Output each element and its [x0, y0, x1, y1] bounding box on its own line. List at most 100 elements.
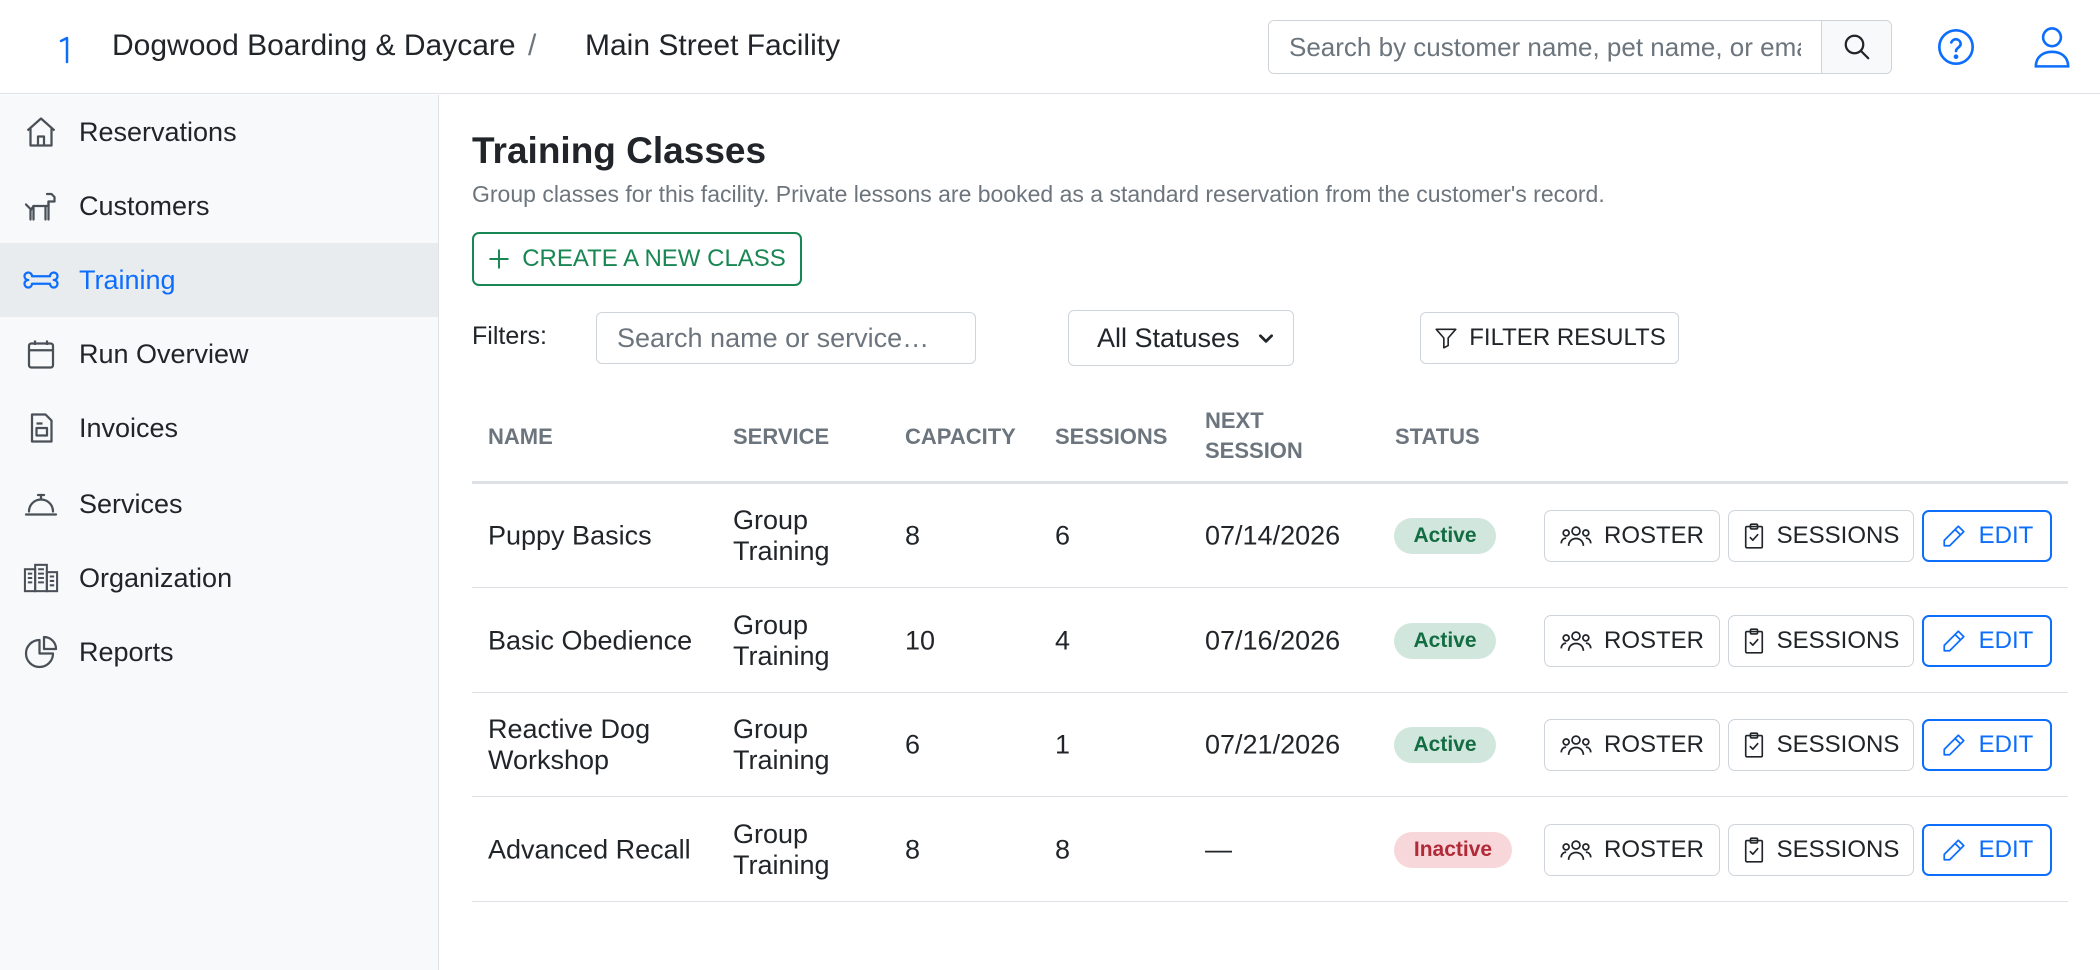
class-sessions: 8 — [1055, 834, 1071, 864]
clipboard-check-icon — [1744, 836, 1763, 863]
sessions-button[interactable]: SESSIONS — [1728, 718, 1914, 771]
roster-button[interactable]: ROSTER — [1544, 823, 1720, 876]
edit-label: EDIT — [1978, 835, 2034, 863]
column-header-next-session[interactable]: NEXT SESSION — [1205, 406, 1303, 466]
edit-button[interactable]: EDIT — [1922, 509, 2052, 562]
edit-button[interactable]: EDIT — [1922, 614, 2052, 667]
sidebar-item-label: Invoices — [79, 412, 179, 443]
people-icon — [1560, 839, 1592, 860]
filter-results-button[interactable]: FILTER RESULTS — [1420, 312, 1679, 364]
column-header-next-line2: SESSION — [1205, 438, 1303, 463]
column-header-capacity[interactable]: CAPACITY — [905, 422, 1016, 452]
roster-button[interactable]: ROSTER — [1544, 614, 1720, 667]
filter-results-label: FILTER RESULTS — [1469, 324, 1666, 351]
column-header-service[interactable]: SERVICE — [733, 422, 829, 452]
class-name[interactable]: Advanced Recall — [488, 834, 691, 865]
sidebar-item-invoices[interactable]: Invoices — [0, 391, 438, 465]
status-badge: Active — [1394, 622, 1496, 659]
breadcrumb-organization[interactable]: Dogwood Boarding & Daycare — [112, 29, 516, 63]
class-next-session: — — [1205, 834, 1232, 864]
sessions-button[interactable]: SESSIONS — [1728, 509, 1914, 562]
create-class-button[interactable]: CREATE A NEW CLASS — [472, 232, 802, 286]
breadcrumb-facility[interactable]: Main Street Facility — [585, 29, 840, 63]
bone-icon — [22, 261, 60, 299]
invoice-icon — [22, 409, 60, 447]
class-next-session: 07/16/2026 — [1205, 625, 1341, 655]
class-service: Group Training — [733, 818, 830, 880]
edit-button[interactable]: EDIT — [1922, 823, 2052, 876]
sessions-button[interactable]: SESSIONS — [1728, 614, 1914, 667]
table-row: Advanced Recall Group Training 8 8 — Inac… — [472, 798, 2068, 902]
sidebar-item-label: Reservations — [79, 116, 237, 147]
column-header-name[interactable]: NAME — [488, 422, 553, 452]
class-service: Group Training — [733, 609, 830, 671]
service-bell-icon — [22, 485, 60, 523]
class-capacity: 10 — [905, 625, 936, 655]
sessions-label: SESSIONS — [1776, 730, 1900, 758]
pencil-icon — [1943, 838, 1965, 861]
roster-label: ROSTER — [1603, 521, 1704, 549]
roster-label: ROSTER — [1603, 835, 1704, 863]
house-icon — [22, 113, 60, 151]
pie-chart-icon — [22, 633, 60, 671]
sidebar-item-services[interactable]: Services — [0, 467, 438, 541]
sidebar-item-label: Reports — [79, 636, 174, 667]
people-icon — [1560, 734, 1592, 755]
search-button[interactable] — [1821, 21, 1891, 73]
sidebar-item-label: Customers — [79, 190, 210, 221]
edit-button[interactable]: EDIT — [1922, 718, 2052, 771]
class-search-input[interactable] — [596, 312, 976, 364]
chevron-down-icon — [1259, 334, 1273, 343]
class-capacity: 8 — [905, 834, 921, 864]
status-filter-select[interactable]: All Statuses — [1068, 310, 1294, 366]
status-badge: Inactive — [1394, 831, 1512, 868]
roster-label: ROSTER — [1603, 730, 1704, 758]
roster-label: ROSTER — [1603, 626, 1704, 654]
sidebar-item-label: Organization — [79, 562, 233, 593]
sidebar-item-reservations[interactable]: Reservations — [0, 95, 438, 169]
class-sessions: 1 — [1055, 729, 1071, 759]
sidebar-item-reports[interactable]: Reports — [0, 615, 438, 689]
global-search-input[interactable] — [1269, 21, 1821, 73]
user-icon — [2034, 27, 2070, 68]
pencil-icon — [1943, 629, 1965, 652]
table-row: Basic Obedience Group Training 10 4 07/16… — [472, 589, 2068, 693]
app-logo-icon[interactable] — [58, 35, 72, 65]
class-capacity: 8 — [905, 520, 921, 550]
roster-button[interactable]: ROSTER — [1544, 509, 1720, 562]
class-name[interactable]: Basic Obedience — [488, 625, 692, 656]
sessions-label: SESSIONS — [1776, 626, 1900, 654]
table-row: Reactive Dog Workshop Group Training 6 1 0… — [472, 693, 2068, 797]
roster-button[interactable]: ROSTER — [1544, 718, 1720, 771]
sessions-button[interactable]: SESSIONS — [1728, 823, 1914, 876]
column-header-status[interactable]: STATUS — [1395, 422, 1480, 452]
sidebar-item-customers[interactable]: Customers — [0, 169, 438, 243]
edit-label: EDIT — [1978, 730, 2034, 758]
user-menu-button[interactable] — [2032, 26, 2072, 68]
edit-label: EDIT — [1978, 626, 2034, 654]
sidebar-item-training[interactable]: Training — [0, 243, 438, 317]
status-filter-value: All Statuses — [1097, 322, 1240, 353]
sidebar-item-label: Services — [79, 488, 183, 519]
class-service: Group Training — [733, 713, 830, 775]
help-button[interactable] — [1936, 27, 1976, 67]
sidebar-item-organization[interactable]: Organization — [0, 541, 438, 615]
clipboard-check-icon — [1744, 731, 1763, 758]
class-sessions: 6 — [1055, 520, 1071, 550]
class-next-session: 07/14/2026 — [1205, 520, 1341, 550]
page-title: Training Classes — [472, 130, 767, 171]
people-icon — [1560, 525, 1592, 546]
clipboard-check-icon — [1744, 627, 1763, 654]
class-name[interactable]: Puppy Basics — [488, 520, 652, 551]
dog-icon — [22, 187, 60, 225]
class-name[interactable]: Reactive Dog Workshop — [488, 714, 650, 776]
sessions-label: SESSIONS — [1776, 521, 1900, 549]
plus-icon — [489, 249, 509, 269]
column-header-sessions[interactable]: SESSIONS — [1055, 422, 1167, 452]
class-capacity: 6 — [905, 729, 921, 759]
breadcrumb-separator: / — [528, 29, 537, 62]
calendar-icon — [22, 335, 60, 373]
sessions-label: SESSIONS — [1776, 835, 1900, 863]
buildings-icon — [22, 559, 60, 597]
sidebar-item-run-overview[interactable]: Run Overview — [0, 317, 438, 391]
